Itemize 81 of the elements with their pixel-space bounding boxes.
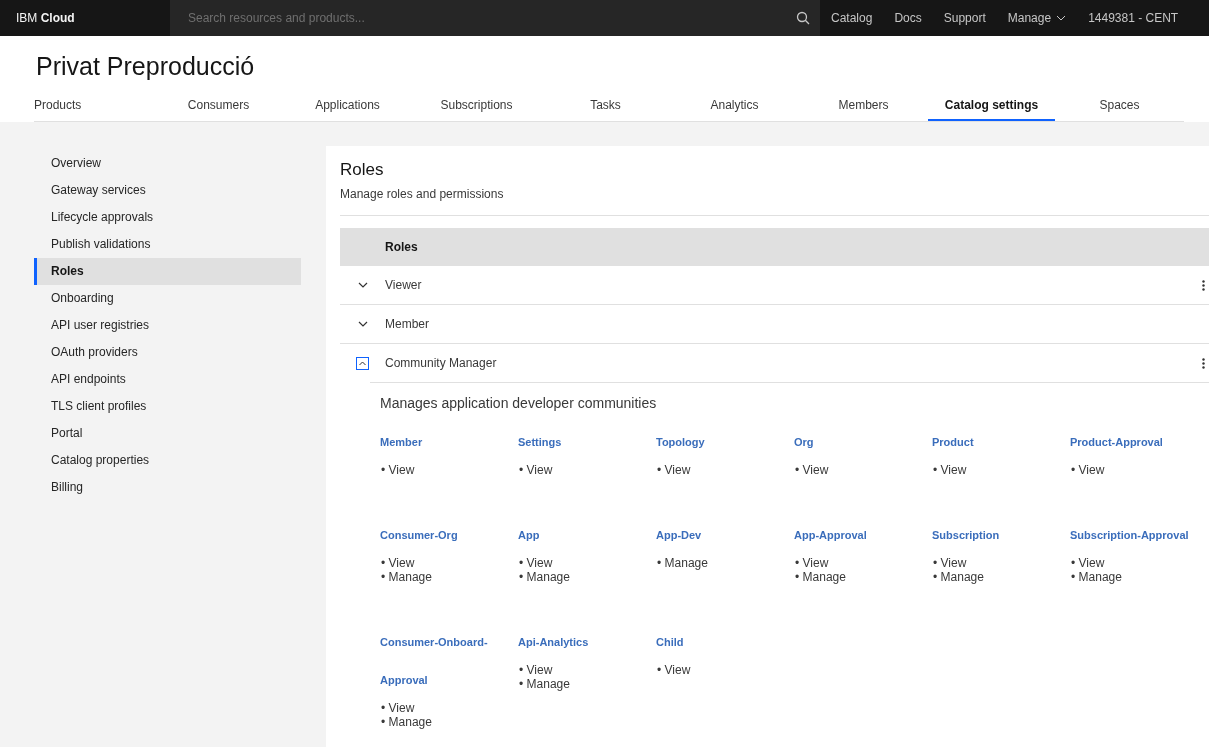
permission-name: Consumer-Onboard-Approval	[380, 635, 489, 688]
permission-name: Child	[656, 635, 685, 650]
permission-action: • Manage	[1070, 570, 1123, 584]
brand-logo[interactable]: IBM Cloud	[0, 11, 170, 25]
sidebar-item[interactable]: Gateway services	[34, 177, 301, 204]
role-name: Member	[385, 317, 430, 331]
permission-name: Org	[794, 435, 815, 450]
tab[interactable]: Subscriptions	[412, 96, 541, 121]
permission-action: • View	[518, 556, 554, 570]
sidebar-item[interactable]: Lifecycle approvals	[34, 204, 301, 231]
permission-action: • View	[656, 463, 692, 477]
overflow-menu-icon[interactable]	[1202, 279, 1205, 291]
permission-action: • View	[1070, 556, 1106, 570]
sidebar-item[interactable]: Billing	[34, 474, 301, 501]
permission-action: • View	[932, 556, 968, 570]
search-icon[interactable]	[796, 11, 810, 25]
permission-action: • View	[794, 556, 830, 570]
sidebar-item[interactable]: Overview	[34, 150, 301, 177]
permission-name: Api-Analytics	[518, 635, 590, 650]
sidebar-item[interactable]: Portal	[34, 420, 301, 447]
permission-name: Consumer-Org	[380, 528, 459, 543]
role-name: Community Manager	[385, 356, 498, 370]
permission-action: • Manage	[380, 715, 433, 729]
sidebar-item[interactable]: API endpoints	[34, 366, 301, 393]
chevron-down-icon[interactable]	[357, 282, 368, 288]
column-header: Roles	[385, 240, 418, 254]
tab[interactable]: Members	[799, 96, 928, 121]
sidebar-item[interactable]: API user registries	[34, 312, 301, 339]
permission-action: • Manage	[380, 570, 433, 584]
permission-action: • View	[794, 463, 830, 477]
sidebar-item[interactable]: Catalog properties	[34, 447, 301, 474]
permission-action: • View	[518, 463, 554, 477]
sidebar-item[interactable]: Onboarding	[34, 285, 301, 312]
permission-action: • View	[518, 663, 554, 677]
permission-action: • View	[380, 701, 416, 715]
sidebar-item[interactable]: TLS client profiles	[34, 393, 301, 420]
tab[interactable]: Analytics	[670, 96, 799, 121]
permission-action: • Manage	[518, 570, 571, 584]
role-description: Manages application developer communities	[380, 395, 658, 411]
permission-name: App-Approval	[794, 528, 868, 543]
section-subtitle: Manage roles and permissions	[340, 187, 505, 201]
tab[interactable]: Consumers	[154, 96, 283, 121]
permission-action: • View	[380, 463, 416, 477]
nav-link[interactable]: Support	[932, 0, 997, 36]
search-input[interactable]: Search resources and products...	[186, 10, 796, 26]
section-title: Roles	[340, 160, 385, 180]
overflow-menu-icon[interactable]	[1202, 357, 1205, 369]
permission-action: • View	[656, 663, 692, 677]
tab[interactable]: Applications	[283, 96, 412, 121]
permission-name: App-Dev	[656, 528, 703, 543]
permission-action: • Manage	[932, 570, 985, 584]
page-title: Privat Preproducció	[35, 51, 256, 82]
sidebar-item[interactable]: Roles	[34, 258, 301, 285]
tab[interactable]: Spaces	[1055, 96, 1184, 121]
chevron-down-icon[interactable]	[357, 321, 368, 327]
search-field[interactable]: Search resources and products...	[170, 0, 820, 36]
permission-name: Subscription-Approval	[1070, 528, 1190, 543]
permission-name: Member	[380, 435, 424, 450]
nav-link[interactable]: Docs	[883, 0, 933, 36]
tab[interactable]: Tasks	[541, 96, 670, 121]
chevron-up-icon[interactable]	[356, 356, 369, 370]
permission-action: • View	[1070, 463, 1106, 477]
account-switcher[interactable]: 1449381 - CENT	[1077, 0, 1179, 36]
manage-menu[interactable]: Manage	[996, 0, 1078, 36]
sidebar-item[interactable]: Publish validations	[34, 231, 301, 258]
permission-action: • Manage	[794, 570, 847, 584]
permission-name: Settings	[518, 435, 563, 450]
chevron-down-icon	[1056, 15, 1067, 21]
permission-action: • Manage	[518, 677, 571, 691]
role-name: Viewer	[385, 278, 423, 292]
permission-name: Product	[932, 435, 975, 450]
permission-action: • View	[932, 463, 968, 477]
permission-name: Subscription	[932, 528, 1001, 543]
sidebar-item[interactable]: OAuth providers	[34, 339, 301, 366]
permission-name: Topology	[656, 435, 706, 450]
permission-action: • Manage	[656, 556, 709, 570]
nav-link[interactable]: Catalog	[820, 0, 884, 36]
permission-name: App	[518, 528, 541, 543]
permission-name: Product-Approval	[1070, 435, 1164, 450]
permission-action: • View	[380, 556, 416, 570]
tab[interactable]: Products	[34, 96, 154, 121]
